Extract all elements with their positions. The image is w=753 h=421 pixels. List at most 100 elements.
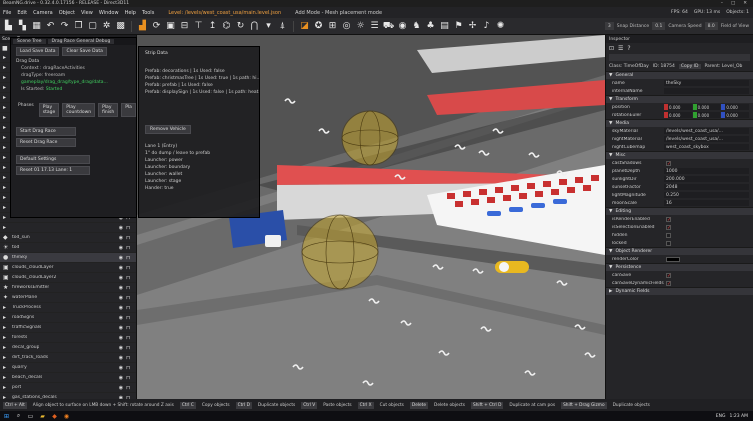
visibility-icon[interactable]: ◉ <box>119 255 123 261</box>
maximize-icon[interactable]: □ <box>731 1 735 6</box>
property-checkbox[interactable] <box>666 240 671 246</box>
scene-tree-row[interactable]: ● theSky ◉ ⊓ <box>0 253 136 263</box>
scene-tree-row[interactable]: ◆ tod_sun ◉ ⊓ <box>0 233 136 243</box>
scene-tree-row[interactable]: ▸ roadSigns ◉ ⊓ <box>0 313 136 323</box>
visibility-icon[interactable]: ◉ <box>119 285 123 291</box>
visibility-icon[interactable]: ◉ <box>119 365 123 371</box>
section-media[interactable]: ▼ Media <box>606 119 753 127</box>
eye-icon[interactable]: ◉ <box>397 21 408 32</box>
select-icon[interactable]: ▟ <box>137 21 148 32</box>
property-checkbox[interactable]: ✓ <box>666 272 671 278</box>
terrain-icon[interactable]: ⍋ <box>277 21 288 32</box>
taskbar-game-icon[interactable]: ◆ <box>51 413 58 420</box>
scale-icon[interactable]: ▣ <box>165 21 176 32</box>
menu-object[interactable]: Object <box>59 10 75 16</box>
visibility-icon[interactable]: ◉ <box>119 245 123 251</box>
scene-add-icon[interactable]: ■ <box>2 45 8 52</box>
scene-tree-row[interactable]: ▸ TruckProcess ◉ ⊓ <box>0 303 136 313</box>
scene-tree-row[interactable]: ▸ dirt_track_roads ◉ ⊓ <box>0 353 136 363</box>
align-icon[interactable]: ⊟ <box>179 21 190 32</box>
section-object-renderer[interactable]: ▼ Object Renderer <box>606 247 753 255</box>
section-dynamic-fields[interactable]: ▶ Dynamic Fields <box>606 287 753 295</box>
property-field[interactable]: 1000 <box>664 168 749 174</box>
pivot-icon[interactable]: ⊤ <box>193 21 204 32</box>
scene-tree-row[interactable]: ▸ ◉⊓ <box>0 223 136 233</box>
menu-file[interactable]: File <box>3 10 11 16</box>
menu-camera[interactable]: Camera <box>33 10 53 16</box>
lock-icon[interactable]: ⊓ <box>126 365 136 371</box>
visibility-icon[interactable]: ◉ <box>119 265 123 271</box>
property-checkbox[interactable]: ✓ <box>666 160 671 166</box>
scene-tree-row[interactable]: ▸ forests ◉ ⊓ <box>0 333 136 343</box>
section-editing[interactable]: ▼ Editing <box>606 207 753 215</box>
scene-tree-row[interactable]: ✦ waterPlane ◉ ⊓ <box>0 293 136 303</box>
scene-tree-row[interactable]: ▣ clouds_cloudLayer ◉ ⊓ <box>0 263 136 273</box>
world-icon[interactable]: ⌬ <box>221 21 232 32</box>
snap-distance-field[interactable]: 0.1 <box>652 22 666 30</box>
default-settings-button[interactable]: Default Settings <box>16 155 90 164</box>
windows-start-icon[interactable]: ⊞ <box>3 413 10 420</box>
walk-icon[interactable]: ♞ <box>411 21 422 32</box>
section-misc[interactable]: ▼ Misc <box>606 151 753 159</box>
property-field[interactable]: /levels/west_coast_usa/... <box>664 128 749 134</box>
property-field[interactable]: /levels/west_coast_usa/... <box>664 136 749 142</box>
property-field[interactable]: 2048 <box>664 184 749 190</box>
dropdown-icon[interactable]: ▾ <box>263 21 274 32</box>
visibility-icon[interactable]: ◉ <box>119 355 123 361</box>
minimize-icon[interactable]: – <box>721 1 723 6</box>
rotate-icon[interactable]: ⟳ <box>151 21 162 32</box>
menu-tools[interactable]: Tools <box>142 10 154 16</box>
scene-tree-row[interactable]: ☀ tod ◉ ⊓ <box>0 243 136 253</box>
play-stage-button[interactable]: Play stage <box>38 103 60 117</box>
inspector-search-input[interactable] <box>609 54 750 61</box>
lock-icon[interactable]: ⊓ <box>126 355 136 361</box>
lock-icon[interactable]: ⊓ <box>126 345 136 351</box>
lock-icon[interactable]: ⊡ <box>609 45 614 52</box>
lane-selector[interactable]: Reset 01 17.13 Lane: 1 <box>16 166 90 175</box>
menu-window[interactable]: Window <box>99 10 119 16</box>
lock-icon[interactable]: ⊓ <box>126 325 136 331</box>
visibility-icon[interactable]: ◉ <box>119 385 123 391</box>
color-swatch[interactable] <box>666 256 680 262</box>
scene-tree-row[interactable]: ▸ beach_decals ◉ ⊓ <box>0 373 136 383</box>
lock-icon[interactable]: ⊓ <box>126 265 136 271</box>
save-icon[interactable]: ▙ <box>3 21 14 32</box>
help-icon[interactable]: ? <box>627 45 630 52</box>
close-icon[interactable]: ✕ <box>743 1 747 6</box>
scene-tree-row[interactable]: ▸ quarry ◉ ⊓ <box>0 363 136 373</box>
play-countdown-button[interactable]: Play countdown <box>62 103 96 117</box>
load-save-data-button[interactable]: Load Save Data <box>16 47 60 56</box>
lock-icon[interactable]: ⊓ <box>126 255 136 261</box>
lock-icon[interactable]: ⊓ <box>126 335 136 341</box>
visibility-icon[interactable]: ◉ <box>119 235 123 241</box>
visibility-icon[interactable]: ◉ <box>119 345 123 351</box>
lock-icon[interactable]: ⊓ <box>126 315 136 321</box>
clear-save-data-button[interactable]: Clear Save Data <box>62 47 107 56</box>
sun-icon[interactable]: ☼ <box>355 21 366 32</box>
forest-icon[interactable]: ♣ <box>425 21 436 32</box>
property-checkbox[interactable]: ✓ <box>666 280 671 286</box>
tray-lang[interactable]: ENG <box>716 414 726 419</box>
play-finish-button[interactable]: Play finish <box>98 103 119 117</box>
visibility-icon[interactable]: ◉ <box>119 315 123 321</box>
scene-tree-row[interactable]: ▸ decal_group ◉ ⊓ <box>0 343 136 353</box>
lock-icon[interactable]: ⊓ <box>126 375 136 381</box>
section-transform[interactable]: ▼ Transform <box>606 95 753 103</box>
menu-help[interactable]: Help <box>125 10 136 16</box>
target-icon[interactable]: ◎ <box>341 21 352 32</box>
visibility-icon[interactable]: ◉ <box>119 225 123 231</box>
scene-tree-row[interactable]: ▸ trafficSignals ◉ ⊓ <box>0 323 136 333</box>
pin-icon[interactable]: ✢ <box>467 21 478 32</box>
tab-drag-race-debug[interactable]: Drag Race General Debug <box>47 39 115 44</box>
remove-vehicle-button[interactable]: Remove Vehicle <box>145 125 191 134</box>
image-icon[interactable]: ▩ <box>115 21 126 32</box>
visibility-icon[interactable]: ◉ <box>119 375 123 381</box>
play-more-button[interactable]: Pla <box>121 103 136 117</box>
visibility-icon[interactable]: ◉ <box>119 325 123 331</box>
visibility-icon[interactable]: ◉ <box>119 335 123 341</box>
copy-icon[interactable]: ❐ <box>73 21 84 32</box>
rotation-x-field[interactable]: 0.000 <box>664 112 692 118</box>
decal-icon[interactable]: ▤ <box>439 21 450 32</box>
property-field[interactable]: 200.000 <box>664 176 749 182</box>
tab-scene-tree[interactable]: Scene Tree <box>13 39 46 44</box>
